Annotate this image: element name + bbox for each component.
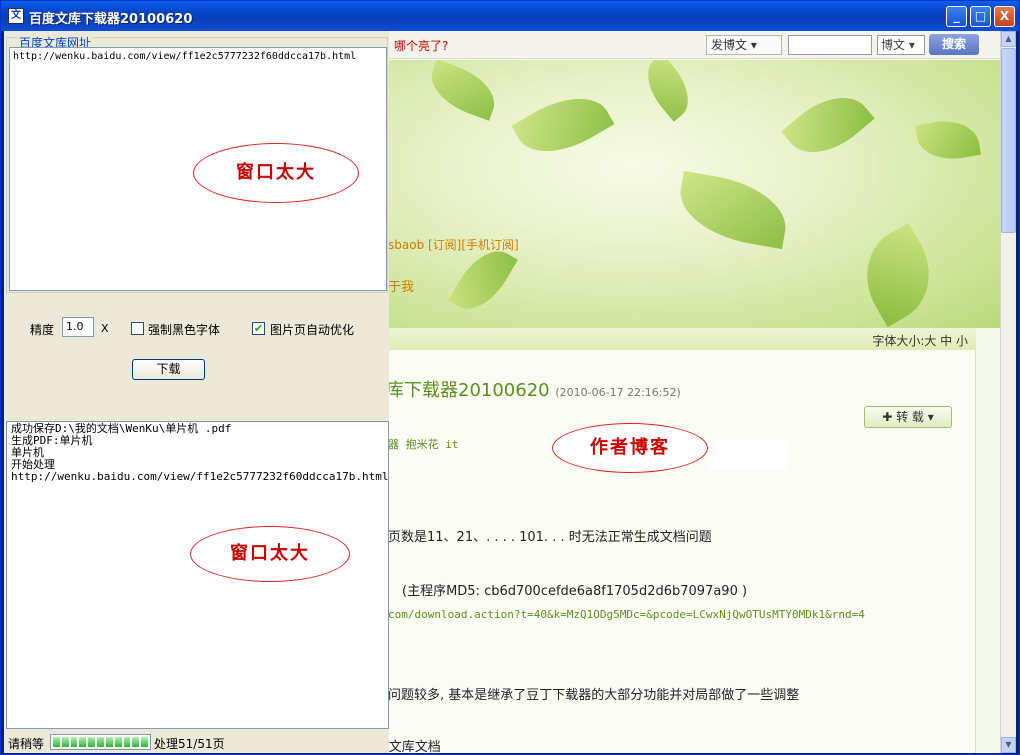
- post-blog-button[interactable]: 发博文 ▾: [706, 35, 782, 55]
- auto-optimize-label[interactable]: 图片页自动优化: [270, 321, 354, 338]
- status-text: 请稍等: [8, 737, 45, 751]
- status-bar: 请稍等 处理51/51页: [4, 731, 389, 753]
- progress-segment: [53, 737, 60, 747]
- post-line: 问题较多, 基本是继承了豆丁下载器的大部分功能并对局部做了一些调整: [388, 688, 800, 703]
- annotation-oval: 窗口太大: [193, 143, 359, 203]
- minimize-button[interactable]: _: [946, 6, 967, 27]
- progress-segment: [61, 737, 69, 747]
- reprint-button[interactable]: ✚ 转 载 ▾: [864, 406, 952, 428]
- log-textarea[interactable]: 成功保存D:\我的文档\WenKu\单片机 .pdf 生成PDF:单片机 单片机…: [6, 421, 389, 729]
- client-area: 哪个亮了? 发博文 ▾ 博文 ▾ 搜索 sbaob [订阅][手机订阅] 于我: [4, 31, 1016, 753]
- progress-segment: [105, 737, 113, 747]
- download-button[interactable]: 下载: [132, 359, 205, 380]
- scroll-down-arrow-icon[interactable]: ▼: [1001, 737, 1016, 753]
- log-line: http://wenku.baidu.com/view/ff1e2c577723…: [11, 470, 389, 483]
- blog-page: 哪个亮了? 发博文 ▾ 博文 ▾ 搜索 sbaob [订阅][手机订阅] 于我: [388, 31, 1016, 753]
- log-line: 生成PDF:单片机: [11, 434, 93, 447]
- progress-bar: [50, 734, 151, 750]
- progress-segment: [70, 737, 78, 747]
- hot-link[interactable]: 哪个亮了?: [394, 37, 448, 54]
- precision-label: 精度: [30, 323, 55, 337]
- auto-optimize-checkbox[interactable]: ✔: [252, 322, 265, 335]
- app-window: 文 百度文库下载器20100620 _ □ X 哪个亮了? 发博文 ▾ 博文 ▾…: [0, 0, 1020, 755]
- close-button[interactable]: X: [994, 6, 1015, 27]
- leaf-decoration: [673, 170, 793, 250]
- post-line: 页数是11、21、. . . . 101. . . 时无法正常生成文档问题: [388, 530, 712, 545]
- log-line: 单片机: [11, 446, 44, 459]
- page-scrollbar[interactable]: ▲ ▼: [1000, 31, 1016, 753]
- progress-segment: [141, 737, 148, 747]
- progress-segment: [79, 737, 87, 747]
- search-button[interactable]: 搜索: [929, 34, 979, 55]
- progress-segment: [123, 737, 131, 747]
- window-title: 百度文库下载器20100620: [29, 12, 193, 27]
- maximize-button[interactable]: □: [970, 6, 991, 27]
- blog-top-bar: 哪个亮了? 发博文 ▾ 博文 ▾ 搜索: [388, 31, 1000, 59]
- blank-block: [708, 440, 788, 470]
- progress-segment: [88, 737, 96, 747]
- download-link[interactable]: com/download.action?t=40&k=MzQ1ODg5MDc=&…: [388, 608, 865, 621]
- app-icon: 文: [8, 8, 24, 24]
- post-tags[interactable]: 器 抱米花 it: [388, 436, 459, 452]
- precision-unit: X: [101, 322, 109, 335]
- blog-search-input[interactable]: [788, 35, 872, 55]
- leaf-decoration: [423, 60, 503, 121]
- leaf-decoration: [914, 115, 982, 165]
- blog-about-link[interactable]: 于我: [388, 276, 414, 295]
- annotation-oval: 窗口太大: [190, 526, 350, 582]
- title-bar[interactable]: 文 百度文库下载器20100620 _ □ X: [1, 1, 1019, 31]
- search-type-select[interactable]: 博文 ▾: [877, 35, 925, 55]
- post-title: 库下载器20100620 (2010-06-17 22:16:52): [388, 376, 681, 402]
- blog-banner: sbaob [订阅][手机订阅] 于我: [388, 60, 1000, 328]
- post-line: (主程序MD5: cb6d700cefde6a8f1705d2d6b7097a9…: [402, 584, 748, 599]
- post-line: ::文库文档: [388, 740, 441, 753]
- blog-subscribe-links[interactable]: sbaob [订阅][手机订阅]: [388, 236, 519, 253]
- scroll-thumb[interactable]: [1001, 48, 1016, 233]
- leaf-decoration: [781, 80, 875, 170]
- force-black-checkbox[interactable]: [131, 322, 144, 335]
- progress-segment: [132, 737, 140, 747]
- leaf-decoration: [635, 60, 701, 122]
- scroll-up-arrow-icon[interactable]: ▲: [1001, 31, 1016, 47]
- leaf-decoration: [511, 80, 615, 170]
- progress-text: 处理51/51页: [154, 737, 225, 751]
- precision-input[interactable]: 1.0: [62, 317, 94, 337]
- annotation-oval: 作者博客: [552, 423, 708, 473]
- post-date: (2010-06-17 22:16:52): [555, 386, 681, 399]
- font-size-label[interactable]: 字体大小:大 中 小: [872, 332, 968, 349]
- force-black-label[interactable]: 强制黑色字体: [148, 321, 220, 338]
- font-size-bar: 字体大小:大 中 小: [388, 328, 976, 350]
- post-title-text: 库下载器20100620: [388, 380, 550, 401]
- downloader-panel: 百度文库网址 http://wenku.baidu.com/view/ff1e2…: [4, 31, 389, 753]
- progress-segment: [114, 737, 122, 747]
- blog-post: 字体大小:大 中 小 库下载器20100620 (2010-06-17 22:1…: [388, 328, 976, 753]
- leaf-decoration: [847, 222, 949, 328]
- progress-segment: [97, 737, 104, 747]
